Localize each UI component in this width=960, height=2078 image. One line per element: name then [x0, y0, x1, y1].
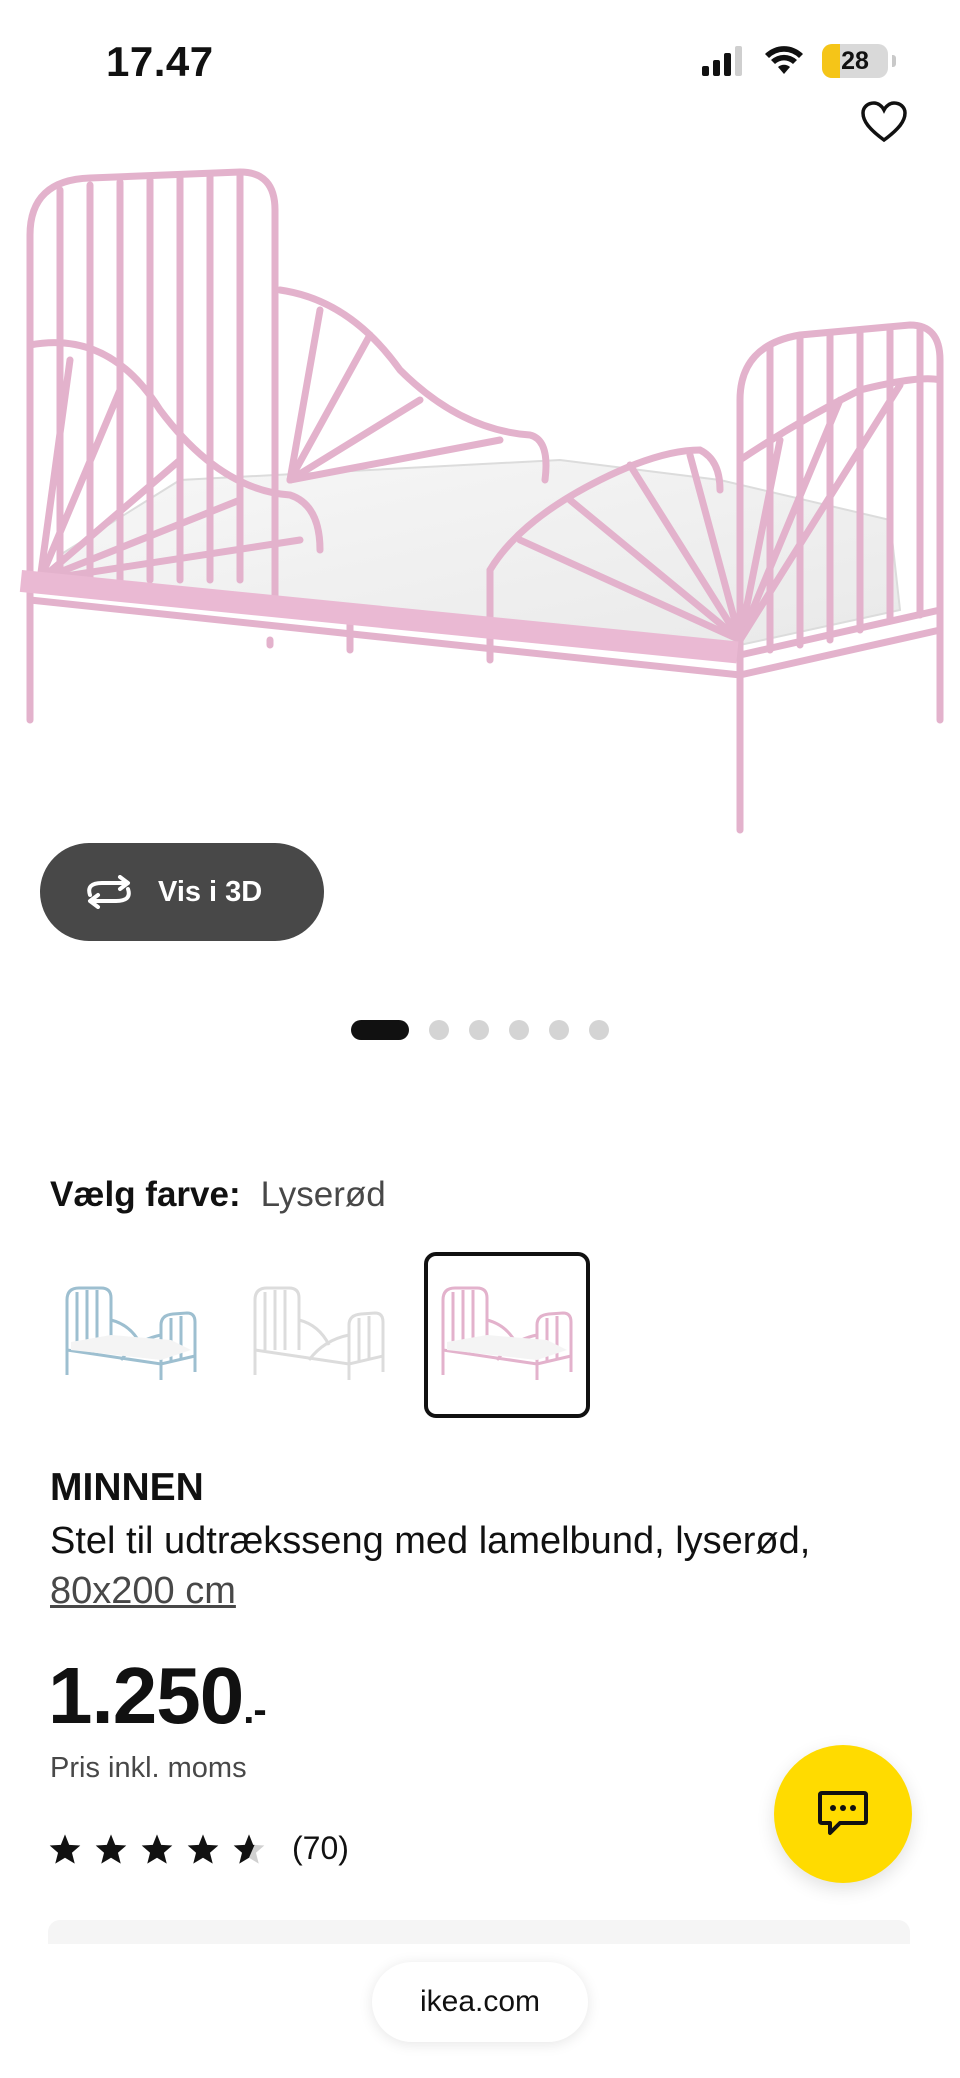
battery-nub [892, 55, 896, 67]
status-time: 17.47 [106, 38, 214, 85]
favorite-button[interactable] [856, 94, 912, 150]
color-label: Vælg farve: [50, 1175, 241, 1214]
star-half-icon [233, 1833, 265, 1864]
wifi-icon [765, 46, 803, 74]
carousel-indicator [0, 1020, 960, 1040]
product-description-text: Stel til udtræksseng med lamelbund, lyse… [50, 1520, 811, 1562]
carousel-dot[interactable] [429, 1020, 449, 1040]
price-suffix: .- [243, 1688, 266, 1732]
status-indicators: 28 [702, 44, 896, 78]
next-section-card [48, 1920, 910, 1944]
bed-thumbnail [253, 1286, 385, 1380]
battery-indicator: 28 [822, 44, 888, 78]
carousel-dot[interactable] [509, 1020, 529, 1040]
swatch-light-pink[interactable] [424, 1252, 590, 1418]
review-count: (70) [292, 1830, 349, 1866]
star-icon [95, 1833, 127, 1864]
star-icon [141, 1833, 173, 1864]
price-value: 1.250 [48, 1651, 244, 1740]
view-in-3d-label: Vis i 3D [158, 875, 263, 908]
browser-url-bar[interactable]: ikea.com [372, 1962, 588, 2042]
battery-percent: 28 [841, 46, 869, 75]
carousel-dot[interactable] [549, 1020, 569, 1040]
battery-fill [822, 44, 841, 78]
color-selector-label: Vælg farve: Lyserød [50, 1175, 386, 1215]
color-swatches [48, 1252, 590, 1418]
view-in-3d-button[interactable]: Vis i 3D [40, 843, 324, 941]
signal-icon [702, 46, 742, 76]
bed-illustration [19, 168, 944, 834]
rotate-360-icon [87, 875, 131, 909]
rating[interactable]: (70) [48, 1830, 349, 1867]
product-name: MINNEN [50, 1466, 204, 1509]
product-price: 1.250.- [48, 1650, 267, 1742]
product-image[interactable] [0, 160, 960, 850]
product-size-link[interactable]: 80x200 cm [50, 1570, 236, 1612]
heart-icon [861, 101, 907, 143]
bed-thumbnail [441, 1286, 573, 1380]
star-icon [187, 1833, 219, 1864]
carousel-dot[interactable] [351, 1020, 409, 1040]
carousel-dot[interactable] [469, 1020, 489, 1040]
chat-button[interactable] [774, 1745, 912, 1883]
color-selected-value: Lyserød [260, 1175, 386, 1214]
product-description: Stel til udtræksseng med lamelbund, lyse… [50, 1516, 910, 1616]
chat-bubble-icon [818, 1791, 868, 1835]
bed-thumbnail [65, 1286, 197, 1380]
star-icon [49, 1833, 81, 1864]
vat-note: Pris inkl. moms [50, 1752, 247, 1784]
swatch-light-blue[interactable] [48, 1252, 214, 1418]
carousel-dot[interactable] [589, 1020, 609, 1040]
swatch-white[interactable] [236, 1252, 402, 1418]
